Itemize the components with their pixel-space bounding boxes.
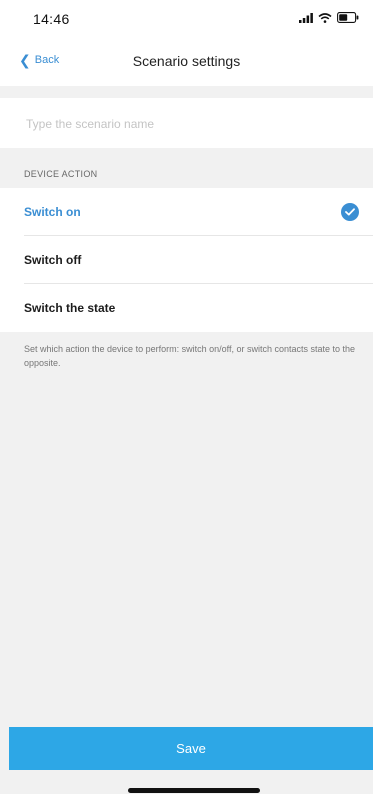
action-label: Switch on [24, 205, 81, 219]
scenario-name-input[interactable] [24, 111, 358, 137]
page-title: Scenario settings [132, 53, 241, 69]
save-button[interactable]: Save [9, 727, 373, 770]
scenario-settings-screen: 14:46 ❮ Back Scenario settings Type the … [0, 0, 373, 794]
scenario-name-row [0, 98, 373, 148]
battery-icon [337, 12, 359, 23]
wifi-icon [318, 12, 332, 23]
action-description: Set which action the device to perform: … [24, 344, 355, 368]
section-header-device-action: DEVICE ACTION [24, 169, 98, 179]
status-bar: 14:46 [0, 0, 373, 38]
device-action-list: Switch on Switch off Switch the state [0, 188, 373, 332]
status-time: 14:46 [33, 11, 70, 27]
navigation-bar: ❮ Back Scenario settings [0, 38, 373, 86]
action-item-switch-on[interactable]: Switch on [0, 188, 373, 236]
action-label: Switch the state [24, 301, 116, 315]
checkmark-icon [341, 203, 359, 221]
home-indicator [128, 788, 260, 793]
action-label: Switch off [24, 253, 82, 267]
action-item-switch-the-state[interactable]: Switch the state [0, 284, 373, 332]
action-item-switch-off[interactable]: Switch off [0, 236, 373, 284]
status-icons [299, 12, 359, 23]
signal-icon [299, 12, 313, 23]
